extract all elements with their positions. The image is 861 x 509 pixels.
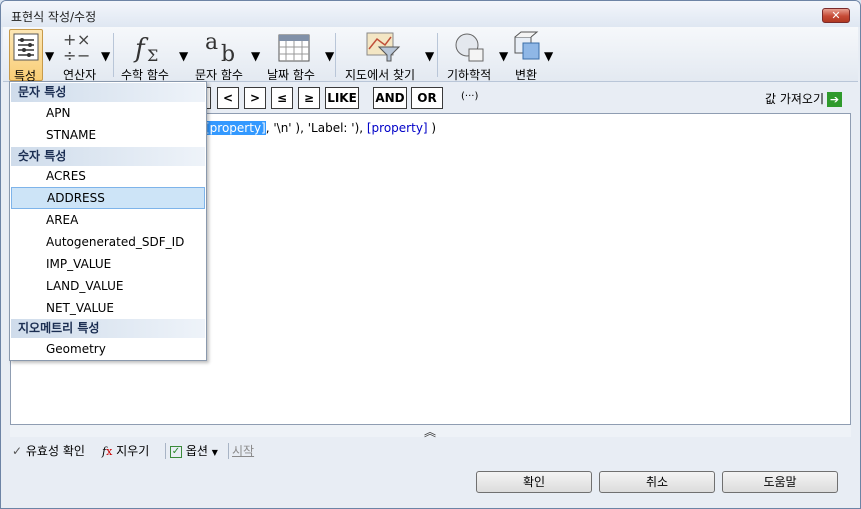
expression-text: [property], '\n' ), 'Label: '), [propert… xyxy=(205,121,436,135)
string-properties-header: 문자 특성 xyxy=(11,83,205,102)
svg-text:a: a xyxy=(205,30,218,55)
operators-icon: + × ÷ − xyxy=(63,30,90,65)
convert-functions-button[interactable]: 변환 xyxy=(509,29,545,82)
bottom-toolbar: ✓ 유효성 확인 fx 지우기 ✓ 옵션 ▼ 시작 xyxy=(10,439,851,463)
svg-text:b: b xyxy=(221,42,235,65)
properties-menu-button[interactable]: 특성 xyxy=(9,29,43,83)
properties-dropdown-menu: 문자 특성 APN STNAME 숫자 특성 ACRES ADDRESS ARE… xyxy=(9,81,207,361)
toolbar-separator xyxy=(165,443,166,459)
toolbar-separator xyxy=(228,443,229,459)
and-button[interactable]: AND xyxy=(373,87,407,109)
map-filter-icon xyxy=(366,32,401,62)
get-values-button[interactable]: 값 가져오기 ➔ xyxy=(765,90,842,107)
parentheses-button[interactable]: (···) xyxy=(461,91,478,102)
svg-text:−: − xyxy=(77,46,90,65)
ribbon-toolbar: 특성 ▼ + × ÷ − 연산자 ▼ f Σ 수학 함수 ▼ a b 문자 함수… xyxy=(3,27,858,83)
greater-equal-button[interactable]: ≥ xyxy=(298,87,320,109)
options-checkbox-icon: ✓ xyxy=(170,445,182,458)
convert-label: 변환 xyxy=(515,68,538,82)
panel-splitter[interactable]: ︽ xyxy=(10,423,851,440)
get-values-label: 값 가져오기 xyxy=(764,92,824,106)
like-button[interactable]: LIKE xyxy=(325,87,359,109)
convert-cube-icon xyxy=(514,31,540,60)
operators-menu-button[interactable]: + × ÷ − 연산자 xyxy=(59,29,103,82)
menu-item-acres[interactable]: ACRES xyxy=(11,165,205,187)
caret-down-icon: ▼ xyxy=(211,448,218,457)
date-functions-button[interactable]: 날짜 함수 xyxy=(265,29,325,82)
date-functions-label: 날짜 함수 xyxy=(267,68,315,82)
validate-button[interactable]: ✓ 유효성 확인 xyxy=(12,442,85,459)
find-on-map-label: 지도에서 찾기 xyxy=(345,68,416,82)
expression-fragment: ) xyxy=(427,121,437,135)
clear-label: 지우기 xyxy=(116,444,150,458)
geometry-label: 기하학적 xyxy=(447,68,492,82)
geometry-properties-header: 지오메트리 특성 xyxy=(11,319,205,338)
geometry-shapes-icon xyxy=(455,33,484,62)
menu-item-autogenerated-sdf-id[interactable]: Autogenerated_SDF_ID xyxy=(11,231,205,253)
expression-fragment: , '\n' ), 'Label: '), xyxy=(265,121,367,135)
expression-builder-window: 표현식 작성/수정 ✕ 특성 ▼ + × ÷ − 연산자 ▼ f Σ 수학 함수… xyxy=(0,0,861,509)
ribbon-separator xyxy=(437,33,438,77)
arrow-right-icon: ➔ xyxy=(827,92,842,107)
less-than-button[interactable]: < xyxy=(217,87,239,109)
title-bar: 표현식 작성/수정 ✕ xyxy=(1,1,860,27)
svg-text:÷: ÷ xyxy=(63,46,76,65)
selected-property-token[interactable]: [property] xyxy=(205,121,266,135)
clear-fx-icon: fx xyxy=(102,445,113,458)
or-button[interactable]: OR xyxy=(411,87,443,109)
help-button[interactable]: 도움말 xyxy=(722,471,838,493)
ribbon-separator xyxy=(113,33,114,77)
chevron-up-icon[interactable]: ︽ xyxy=(424,423,436,440)
clear-button[interactable]: fx 지우기 xyxy=(102,442,149,459)
ok-button[interactable]: 확인 xyxy=(476,471,592,493)
greater-than-button[interactable]: > xyxy=(244,87,266,109)
menu-item-net-value[interactable]: NET_VALUE xyxy=(11,297,205,319)
string-function-icon: a b xyxy=(205,30,235,65)
menu-item-stname[interactable]: STNAME xyxy=(11,124,205,146)
number-properties-header: 숫자 특성 xyxy=(11,147,205,166)
ribbon-separator xyxy=(335,33,336,77)
menu-item-land-value[interactable]: LAND_VALUE xyxy=(11,275,205,297)
string-functions-button[interactable]: a b 문자 함수 xyxy=(193,29,251,82)
geometry-functions-button[interactable]: 기하학적 xyxy=(443,29,499,82)
start-link[interactable]: 시작 xyxy=(232,442,254,459)
window-title: 표현식 작성/수정 xyxy=(11,10,97,24)
menu-item-geometry[interactable]: Geometry xyxy=(11,338,205,360)
svg-text:Σ: Σ xyxy=(147,46,158,65)
calendar-icon xyxy=(278,34,310,62)
math-function-icon: f Σ xyxy=(133,34,158,65)
menu-item-address[interactable]: ADDRESS xyxy=(11,187,205,209)
options-label: 옵션 xyxy=(185,444,208,458)
property-token[interactable]: [property] xyxy=(367,121,428,135)
cancel-button[interactable]: 취소 xyxy=(599,471,715,493)
properties-list-icon xyxy=(13,33,39,61)
math-functions-button[interactable]: f Σ 수학 함수 xyxy=(119,29,179,82)
menu-item-imp-value[interactable]: IMP_VALUE xyxy=(11,253,205,275)
menu-item-apn[interactable]: APN xyxy=(11,102,205,124)
checkmark-icon: ✓ xyxy=(12,444,23,458)
find-on-map-button[interactable]: 지도에서 찾기 xyxy=(341,29,425,82)
options-button[interactable]: ✓ 옵션 ▼ xyxy=(170,442,218,459)
close-button[interactable]: ✕ xyxy=(822,8,850,23)
validate-label: 유효성 확인 xyxy=(25,444,85,458)
menu-item-area[interactable]: AREA xyxy=(11,209,205,231)
less-equal-button[interactable]: ≤ xyxy=(271,87,293,109)
